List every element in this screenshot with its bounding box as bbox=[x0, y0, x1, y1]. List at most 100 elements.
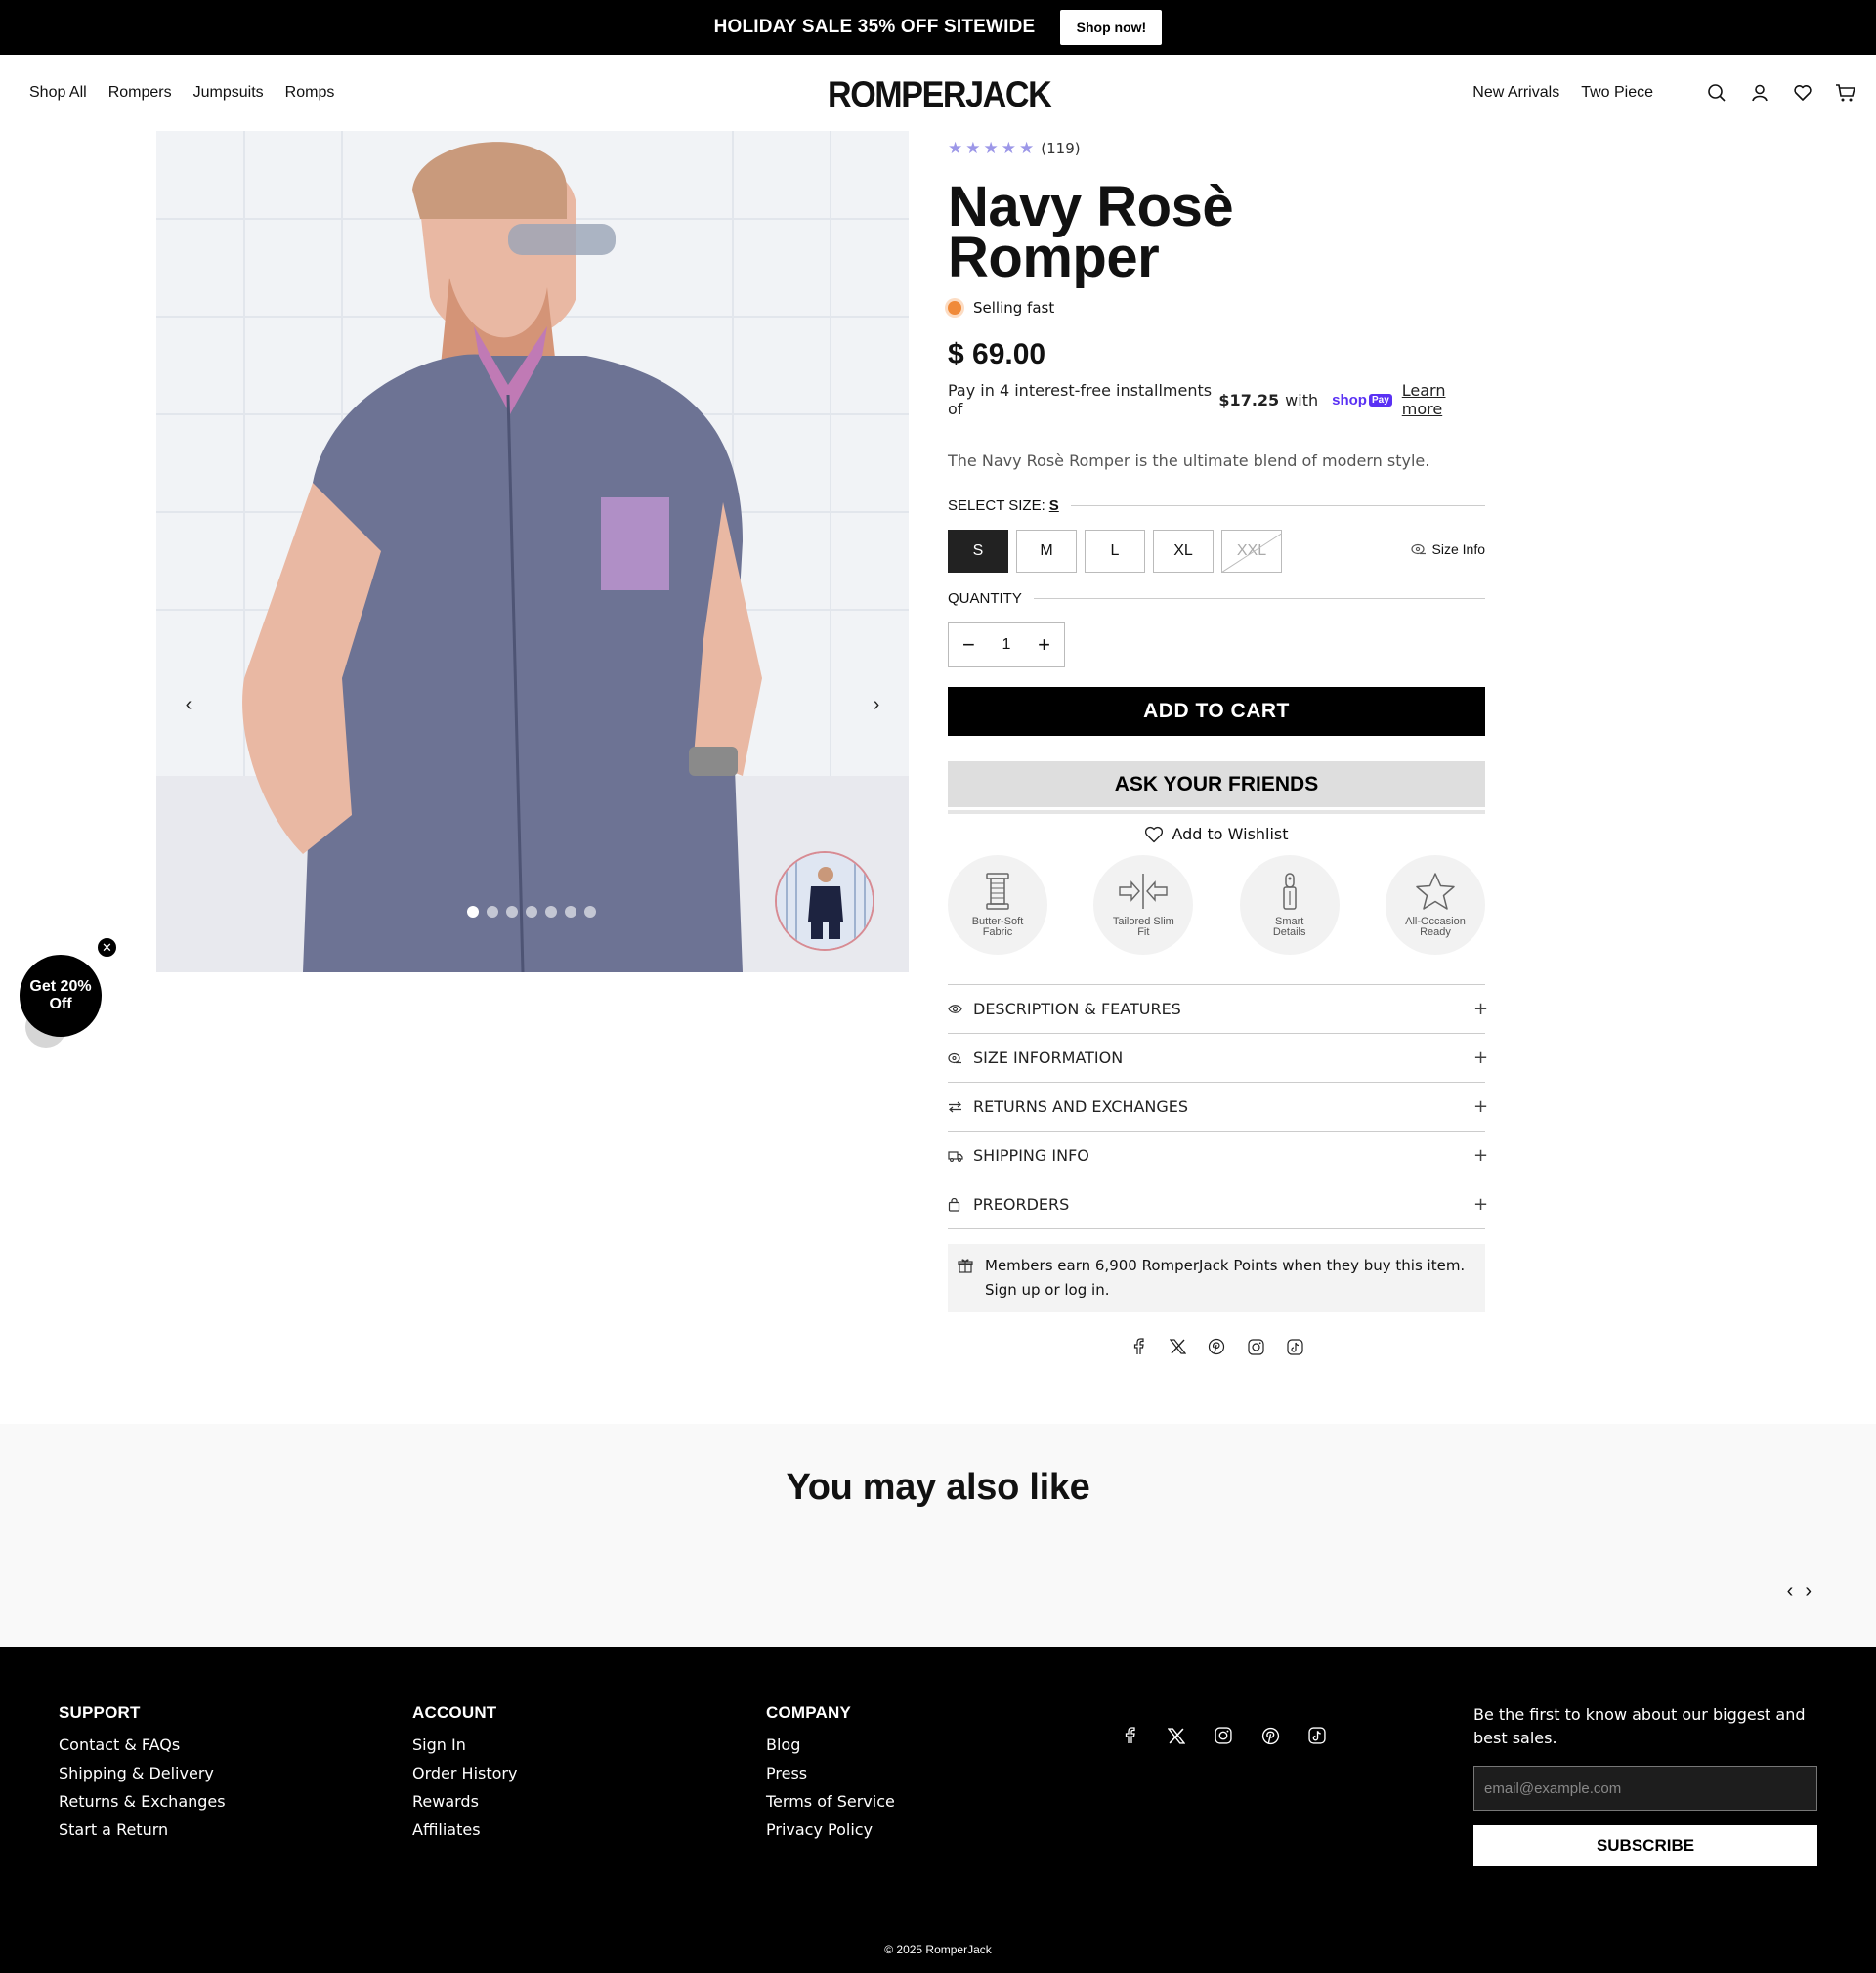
gallery-prev-arrow[interactable]: ‹ bbox=[172, 688, 205, 721]
footer-link[interactable]: Contact & FAQs bbox=[59, 1731, 226, 1759]
size-info-link[interactable]: Size Info bbox=[1410, 541, 1485, 557]
video-thumbnail[interactable] bbox=[775, 851, 874, 951]
x-icon[interactable] bbox=[1169, 1338, 1186, 1355]
footer-social-icons bbox=[1119, 1725, 1328, 1746]
plus-button[interactable]: + bbox=[1038, 632, 1050, 658]
size-label-row: SELECT SIZE: S bbox=[948, 497, 1485, 514]
review-count[interactable]: (119) bbox=[1041, 140, 1080, 157]
plus-icon: + bbox=[1473, 1096, 1489, 1117]
plus-icon: + bbox=[1473, 1194, 1489, 1215]
carousel-arrows: ‹ › bbox=[1787, 1580, 1812, 1603]
instagram-icon[interactable] bbox=[1213, 1725, 1234, 1746]
footer-link[interactable]: Start a Return bbox=[59, 1816, 226, 1844]
accordion-size-information[interactable]: SIZE INFORMATION + bbox=[948, 1034, 1488, 1083]
zipper-icon bbox=[1282, 873, 1297, 910]
facebook-icon[interactable] bbox=[1119, 1725, 1140, 1746]
gallery-dot[interactable] bbox=[487, 906, 498, 918]
installment-amount: $17.25 bbox=[1218, 390, 1280, 409]
tiktok-icon[interactable] bbox=[1306, 1725, 1328, 1746]
x-icon[interactable] bbox=[1166, 1725, 1187, 1746]
stock-status-text: Selling fast bbox=[973, 299, 1055, 317]
footer-link[interactable]: Press bbox=[766, 1759, 895, 1787]
size-option-s[interactable]: S bbox=[948, 530, 1008, 573]
nav-two-piece[interactable]: Two Piece bbox=[1581, 84, 1653, 102]
instagram-icon[interactable] bbox=[1247, 1338, 1264, 1355]
footer-link[interactable]: Sign In bbox=[412, 1731, 517, 1759]
accordion-label: SIZE INFORMATION bbox=[973, 1049, 1124, 1067]
feature-badge: Butter-Soft Fabric bbox=[948, 855, 1047, 955]
size-option-xl[interactable]: XL bbox=[1153, 530, 1214, 573]
quantity-value[interactable]: 1 bbox=[1002, 636, 1011, 654]
size-option-m[interactable]: M bbox=[1016, 530, 1077, 573]
feature-badge: Smart Details bbox=[1239, 855, 1340, 955]
discount-popup-button[interactable]: Get 20% Off bbox=[20, 955, 102, 1037]
accordion-description[interactable]: DESCRIPTION & FEATURES + bbox=[948, 985, 1489, 1034]
size-option-l[interactable]: L bbox=[1085, 530, 1145, 573]
add-to-wishlist-link[interactable]: Add to Wishlist bbox=[948, 825, 1485, 843]
shoppay-badge: Pay bbox=[1368, 393, 1392, 407]
footer-link[interactable]: Returns & Exchanges bbox=[59, 1787, 226, 1816]
add-to-cart-button[interactable]: ADD TO CART bbox=[948, 687, 1485, 736]
gallery-dot[interactable] bbox=[545, 906, 557, 918]
divider bbox=[1070, 505, 1485, 506]
rewards-signup-link[interactable]: Sign up or log in. bbox=[985, 1278, 1473, 1303]
pinterest-icon[interactable] bbox=[1259, 1725, 1281, 1746]
feature-label: Details bbox=[1272, 926, 1306, 938]
search-icon[interactable] bbox=[1706, 82, 1727, 104]
accordion-shipping[interactable]: SHIPPING INFO + bbox=[948, 1132, 1488, 1180]
facebook-icon[interactable] bbox=[1130, 1338, 1147, 1355]
truck-icon bbox=[948, 1150, 963, 1162]
footer-link[interactable]: Order History bbox=[412, 1759, 517, 1787]
slim-fit-arrows-icon bbox=[1119, 874, 1169, 909]
nav-shop-all[interactable]: Shop All bbox=[29, 84, 87, 102]
product-title-line: Romper bbox=[948, 226, 1160, 289]
gallery-dot[interactable] bbox=[584, 906, 596, 918]
accordion-label: RETURNS AND EXCHANGES bbox=[973, 1097, 1189, 1116]
footer-link[interactable]: Affiliates bbox=[412, 1816, 517, 1844]
size-option-xxl[interactable]: XXL bbox=[1221, 530, 1282, 573]
wishlist-icon[interactable] bbox=[1792, 82, 1813, 104]
product-gallery[interactable]: ‹ › bbox=[156, 131, 909, 972]
accordion-preorders[interactable]: PREORDERS + bbox=[948, 1180, 1489, 1229]
learn-more-link[interactable]: Learn more bbox=[1402, 381, 1485, 418]
star-outline-icon bbox=[1416, 873, 1455, 910]
gallery-dot[interactable] bbox=[526, 906, 537, 918]
cart-icon[interactable] bbox=[1835, 82, 1856, 104]
nav-rompers[interactable]: Rompers bbox=[108, 84, 172, 102]
pinterest-icon[interactable] bbox=[1208, 1338, 1225, 1355]
minus-button[interactable]: − bbox=[962, 632, 975, 658]
chevron-right-icon[interactable]: › bbox=[1805, 1580, 1812, 1603]
accordion-returns[interactable]: RETURNS AND EXCHANGES + bbox=[948, 1083, 1489, 1132]
account-icon[interactable] bbox=[1749, 82, 1770, 104]
ask-friends-button[interactable]: ASK YOUR FRIENDS bbox=[948, 761, 1485, 810]
footer-link[interactable]: Rewards bbox=[412, 1787, 517, 1816]
close-icon[interactable]: ✕ bbox=[97, 937, 117, 958]
gallery-dot[interactable] bbox=[467, 906, 479, 918]
product-info: ★ ★ ★ ★ ★ (119) Navy Rosè Romper Selling… bbox=[948, 131, 1489, 1355]
feature-label: Fabric bbox=[982, 926, 1013, 938]
tiktok-icon[interactable] bbox=[1286, 1338, 1303, 1355]
gallery-next-arrow[interactable]: › bbox=[860, 688, 893, 721]
footer-link[interactable]: Terms of Service bbox=[766, 1787, 895, 1816]
nav-romps[interactable]: Romps bbox=[285, 84, 335, 102]
footer-link[interactable]: Shipping & Delivery bbox=[59, 1759, 226, 1787]
installments-text: Pay in 4 interest-free installments of bbox=[948, 381, 1213, 418]
gallery-dot[interactable] bbox=[506, 906, 518, 918]
subscribe-button[interactable]: SUBSCRIBE bbox=[1473, 1825, 1817, 1866]
chevron-left-icon[interactable]: ‹ bbox=[1787, 1580, 1794, 1603]
footer-link[interactable]: Blog bbox=[766, 1731, 895, 1759]
plus-icon: + bbox=[1473, 999, 1489, 1019]
site-logo[interactable]: ROMPERJACK bbox=[828, 74, 1052, 115]
selected-size: S bbox=[1048, 497, 1059, 514]
nav-new-arrivals[interactable]: New Arrivals bbox=[1472, 84, 1559, 102]
product-short-description: The Navy Rosè Romper is the ultimate ble… bbox=[948, 451, 1430, 470]
gallery-dot[interactable] bbox=[565, 906, 576, 918]
shop-now-button[interactable]: Shop now! bbox=[1060, 10, 1163, 45]
rewards-points-text: Members earn 6,900 RomperJack Points whe… bbox=[985, 1257, 1466, 1274]
nav-jumpsuits[interactable]: Jumpsuits bbox=[193, 84, 264, 102]
site-header: Shop All Rompers Jumpsuits Romps ROMPERJ… bbox=[0, 55, 1876, 131]
footer-link[interactable]: Privacy Policy bbox=[766, 1816, 895, 1844]
header-icons bbox=[1706, 55, 1856, 131]
product-rating[interactable]: ★ ★ ★ ★ ★ (119) bbox=[948, 135, 1485, 162]
email-input[interactable]: email@example.com bbox=[1473, 1766, 1817, 1811]
